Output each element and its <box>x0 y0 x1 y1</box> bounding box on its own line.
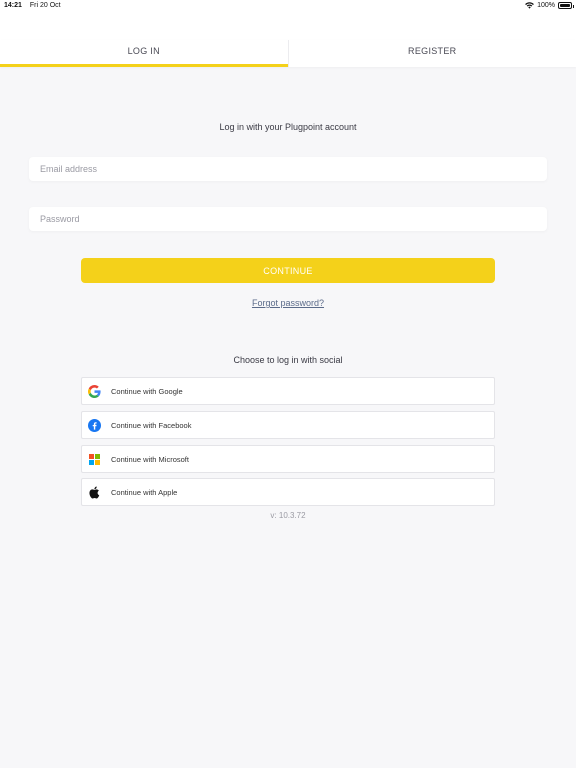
battery-percent: 100% <box>537 2 555 9</box>
apple-login-button[interactable]: Continue with Apple <box>81 478 495 506</box>
status-bar: 14:21 Fri 20 Oct 100% <box>0 0 576 12</box>
microsoft-login-label: Continue with Microsoft <box>111 454 189 464</box>
google-login-label: Continue with Google <box>111 386 183 396</box>
apple-login-label: Continue with Apple <box>111 487 178 497</box>
microsoft-icon <box>87 452 101 466</box>
app-version: v: 10.3.72 <box>270 511 306 520</box>
status-date: Fri 20 Oct <box>29 2 61 9</box>
tab-log-in[interactable]: LOG IN <box>0 40 288 67</box>
facebook-login-button[interactable]: Continue with Facebook <box>81 411 495 439</box>
battery-icon <box>558 2 574 9</box>
social-login-title: Choose to log in with social <box>233 355 343 365</box>
apple-icon <box>87 485 101 499</box>
password-field[interactable] <box>29 207 547 231</box>
facebook-icon <box>87 418 101 432</box>
status-right: 100% <box>525 2 574 9</box>
google-login-button[interactable]: Continue with Google <box>81 377 495 405</box>
wifi-icon <box>525 2 534 9</box>
google-icon <box>87 384 101 398</box>
status-left: 14:21 Fri 20 Oct <box>4 2 67 9</box>
header-spacer <box>0 12 576 40</box>
email-field[interactable] <box>29 157 547 181</box>
facebook-login-label: Continue with Facebook <box>111 420 192 430</box>
tab-register[interactable]: REGISTER <box>289 40 576 67</box>
microsoft-login-button[interactable]: Continue with Microsoft <box>81 445 495 473</box>
continue-button[interactable]: CONTINUE <box>81 258 495 283</box>
auth-tabs: LOG IN REGISTER <box>0 40 576 67</box>
login-subtitle: Log in with your Plugpoint account <box>219 122 357 132</box>
battery-level <box>560 4 570 7</box>
status-time: 14:21 <box>4 2 22 9</box>
forgot-password-link[interactable]: Forgot password? <box>0 298 576 308</box>
